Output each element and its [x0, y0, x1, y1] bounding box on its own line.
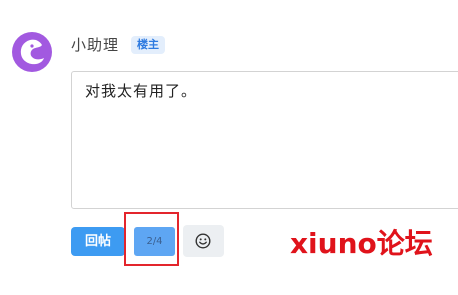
- smiley-icon: [195, 233, 211, 249]
- avatar[interactable]: [12, 32, 52, 72]
- reply-text: 对我太有用了。: [85, 82, 198, 100]
- watermark: xiuno论坛: [290, 227, 433, 260]
- avatar-logo-icon: [12, 32, 52, 72]
- emoji-button[interactable]: [183, 225, 224, 257]
- reply-content-box: 对我太有用了。: [71, 71, 458, 209]
- username[interactable]: 小助理: [71, 35, 119, 55]
- owner-badge: 楼主: [131, 36, 165, 54]
- reply-button[interactable]: 回帖: [71, 227, 125, 256]
- highlight-frame: [124, 212, 179, 266]
